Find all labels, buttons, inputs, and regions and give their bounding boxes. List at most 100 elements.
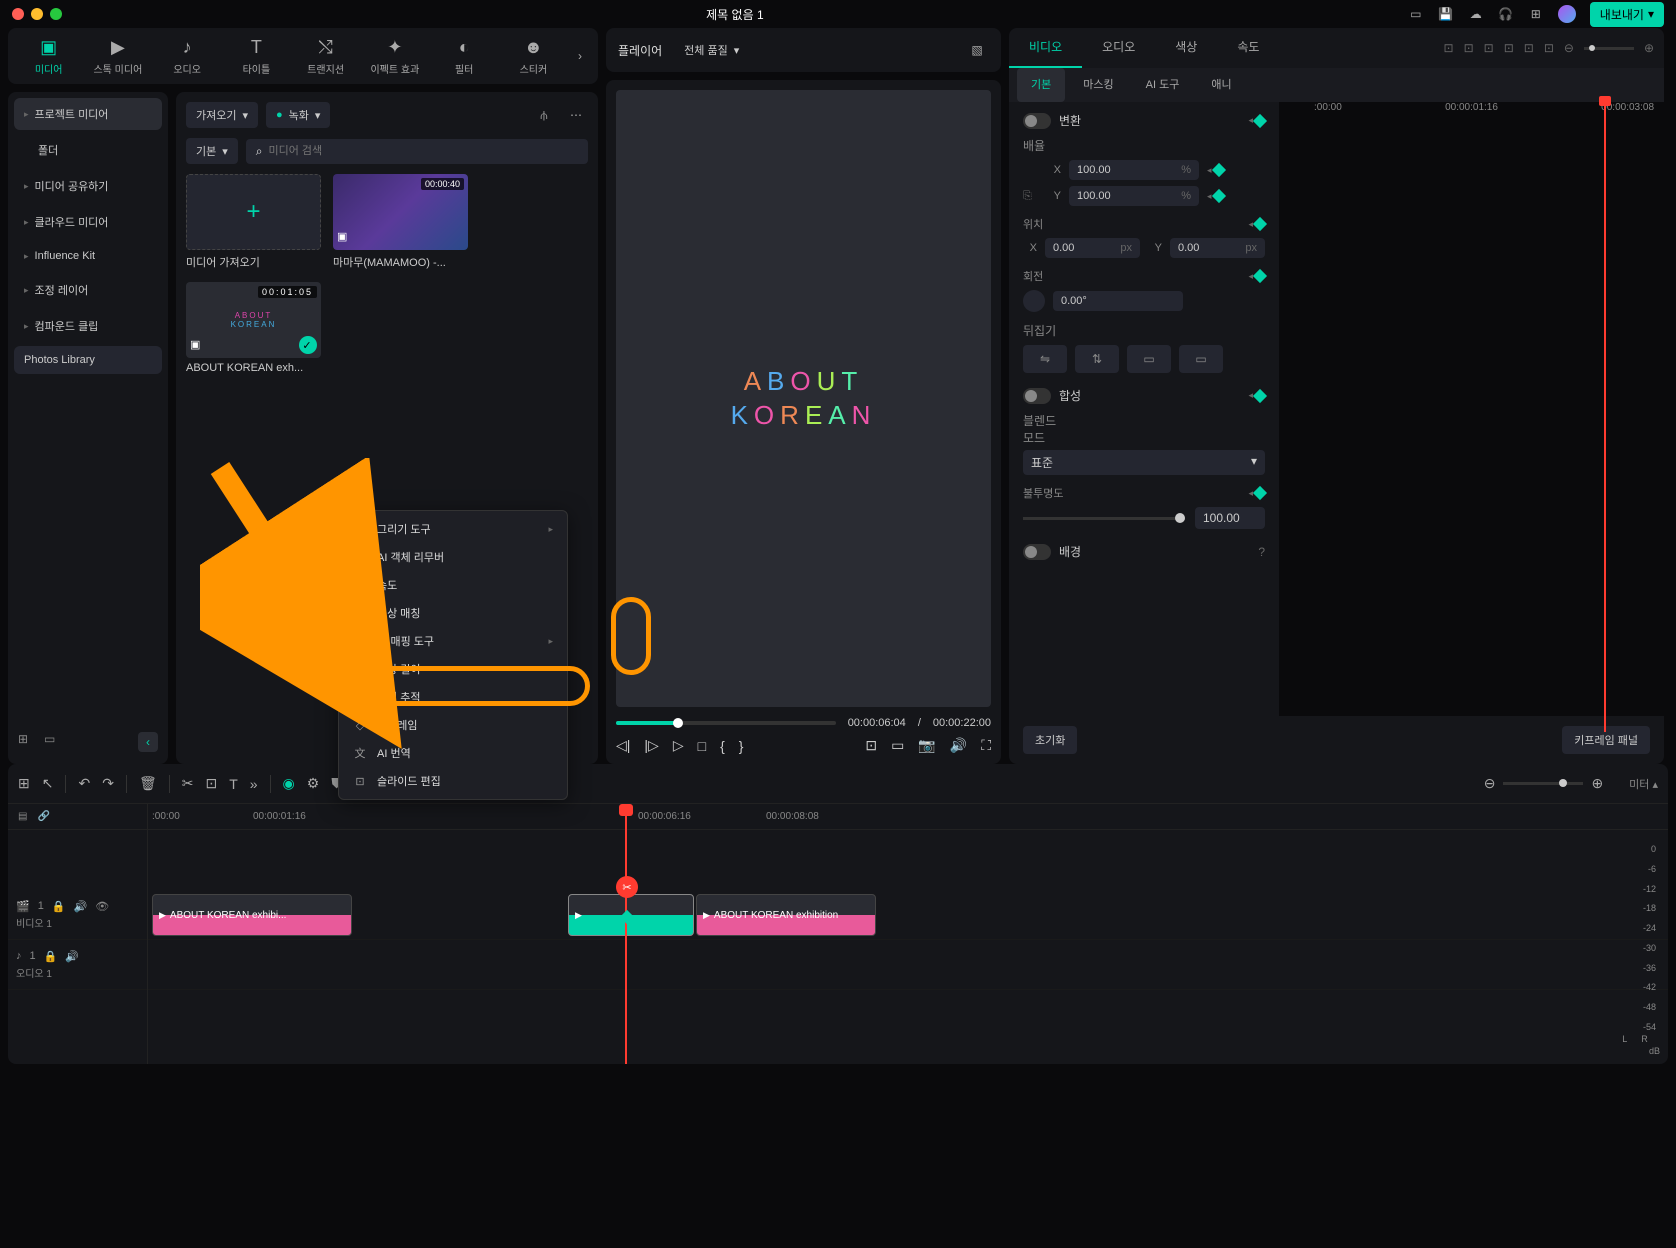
import-media-tile[interactable]: +: [186, 174, 321, 250]
import-dropdown[interactable]: 가져오기 ▾: [186, 102, 258, 128]
media-thumb-mamamoo[interactable]: 00:00:40 ▣: [333, 174, 468, 250]
display-icon[interactable]: ▭: [891, 737, 904, 754]
inspector-tab-speed[interactable]: 속도: [1217, 28, 1279, 68]
sidebar-project-media[interactable]: ▸프로젝트 미디어: [14, 98, 162, 130]
new-folder-icon[interactable]: ⊞: [18, 732, 36, 750]
undo-icon[interactable]: ↶: [78, 775, 90, 792]
magnet-icon[interactable]: ⊞: [18, 775, 30, 792]
keyframe-icon[interactable]: [1211, 189, 1225, 203]
crop-icon[interactable]: ⊡: [205, 775, 217, 792]
headphones-icon[interactable]: 🎧: [1498, 6, 1514, 22]
link-icon[interactable]: ⎘: [1023, 190, 1039, 203]
rotation-dial[interactable]: [1023, 290, 1045, 312]
keyframe-icon[interactable]: [1253, 217, 1267, 231]
preset-icon[interactable]: ⊡: [1504, 41, 1514, 55]
mark-out-icon[interactable]: }: [739, 738, 744, 754]
camera-icon[interactable]: 📷: [918, 737, 935, 754]
display-icon[interactable]: ▭: [1408, 6, 1424, 22]
tab-filter[interactable]: ◐필터: [430, 33, 499, 80]
subtab-mask[interactable]: 마스킹: [1069, 68, 1127, 102]
next-frame-icon[interactable]: |▷: [644, 737, 658, 754]
snapshot-icon[interactable]: ▧: [965, 38, 989, 62]
meter-label[interactable]: 미터 ▴: [1629, 776, 1658, 792]
maximize-window[interactable]: [50, 8, 62, 20]
profile-icon[interactable]: [1558, 5, 1576, 23]
more-icon[interactable]: ⋯: [564, 103, 588, 127]
volume-icon[interactable]: 🔊: [74, 900, 88, 913]
preset-icon[interactable]: ⊡: [1544, 41, 1554, 55]
tabs-scroll-right[interactable]: ›: [568, 49, 592, 63]
keyframe-icon[interactable]: [1253, 486, 1267, 500]
tab-transition[interactable]: ⤭트랜지션: [291, 33, 360, 80]
rotation-input[interactable]: 0.00°: [1053, 291, 1183, 311]
ctx-keyframe[interactable]: ◇키프레임: [339, 711, 567, 739]
timeline-clip[interactable]: ▶ABOUT KOREAN exhibi...: [152, 894, 352, 936]
background-toggle[interactable]: [1023, 544, 1051, 560]
search-input[interactable]: [269, 145, 578, 157]
flip-button[interactable]: ▭: [1179, 345, 1223, 373]
volume-icon[interactable]: 🔊: [65, 950, 79, 963]
subtab-anim[interactable]: 애니: [1197, 68, 1245, 102]
subtab-ai[interactable]: AI 도구: [1132, 68, 1194, 102]
sidebar-influence[interactable]: ▸Influence Kit: [14, 242, 162, 270]
ai-icon[interactable]: ◉: [283, 775, 295, 792]
ratio-icon[interactable]: ⊡: [865, 737, 877, 754]
keyframe-icon[interactable]: [1253, 269, 1267, 283]
mark-in-icon[interactable]: {: [720, 738, 725, 754]
transform-toggle[interactable]: [1023, 113, 1051, 129]
filter-icon[interactable]: ⫛: [532, 103, 556, 127]
eye-icon[interactable]: 👁: [95, 900, 109, 913]
search-box[interactable]: ⌕: [246, 139, 588, 164]
flip-button[interactable]: ▭: [1127, 345, 1171, 373]
pos-x-input[interactable]: 0.00px: [1045, 238, 1140, 258]
sidebar-compound[interactable]: ▸컴파운드 클립: [14, 310, 162, 342]
cut-icon[interactable]: ✂: [182, 775, 194, 792]
preset-icon[interactable]: ⊡: [1484, 41, 1494, 55]
ctx-ai-remove[interactable]: ⌫AI 객체 리무버: [339, 543, 567, 571]
collapse-sidebar[interactable]: ‹: [138, 732, 158, 752]
split-icon[interactable]: ✂: [616, 876, 638, 898]
preset-icon[interactable]: ⊡: [1524, 41, 1534, 55]
zoom-out-icon[interactable]: ⊖: [1484, 775, 1496, 792]
tab-audio[interactable]: ♪오디오: [153, 33, 222, 80]
sidebar-cloud[interactable]: ▸클라우드 미디어: [14, 206, 162, 238]
ctx-slide-edit[interactable]: ⊡슬라이드 편집: [339, 767, 567, 795]
timeline-ruler[interactable]: :00:00 00:00:01:16 00:00:06:16 00:00:08:…: [148, 804, 1668, 830]
inspector-tab-color[interactable]: 색상: [1155, 28, 1217, 68]
lock-icon[interactable]: 🔒: [44, 950, 58, 963]
ctx-draw-tool[interactable]: ✎그리기 도구▸: [339, 515, 567, 543]
sidebar-photos[interactable]: Photos Library: [14, 346, 162, 374]
preset-icon[interactable]: ⊡: [1444, 41, 1454, 55]
ctx-ai-translate[interactable]: 文AI 번역: [339, 739, 567, 767]
minimize-window[interactable]: [31, 8, 43, 20]
opacity-input[interactable]: 100.00: [1195, 507, 1265, 529]
ctx-motion-track[interactable]: ⊕모션 추적: [339, 683, 567, 711]
text-icon[interactable]: T: [229, 776, 238, 792]
video-track-header[interactable]: 🎬1🔒🔊👁 비디오 1: [8, 890, 147, 940]
tab-effect[interactable]: ✦이펙트 효과: [360, 33, 429, 80]
redo-icon[interactable]: ↷: [102, 775, 114, 792]
progress-bar[interactable]: [616, 721, 836, 725]
folder-icon[interactable]: ▭: [44, 732, 62, 750]
subtab-basic[interactable]: 기본: [1017, 68, 1065, 102]
keyframe-icon[interactable]: [1253, 113, 1267, 127]
audio-track[interactable]: [148, 940, 1668, 990]
keyframe-panel-button[interactable]: 키프레임 패널: [1562, 726, 1650, 754]
cloud-icon[interactable]: ☁: [1468, 6, 1484, 22]
apps-icon[interactable]: ⊞: [1528, 6, 1544, 22]
sort-dropdown[interactable]: 기본 ▾: [186, 138, 238, 164]
fullscreen-icon[interactable]: ⛶: [981, 737, 991, 754]
opacity-slider[interactable]: [1023, 517, 1185, 520]
flip-h-button[interactable]: ⇋: [1023, 345, 1067, 373]
record-dropdown[interactable]: ● 녹화 ▾: [266, 102, 330, 128]
keyframe-icon[interactable]: [1253, 388, 1267, 402]
tab-stock[interactable]: ▶스톡 미디어: [83, 33, 152, 80]
audio-track-header[interactable]: ♪1🔒🔊 오디오 1: [8, 940, 147, 990]
player-viewport[interactable]: ABOUT KOREAN: [616, 90, 991, 707]
scale-x-input[interactable]: 100.00%: [1069, 160, 1199, 180]
blend-dropdown[interactable]: 표준▾: [1023, 450, 1265, 475]
quality-dropdown[interactable]: 전체 품질 ▾: [674, 37, 749, 63]
more-tools-icon[interactable]: »: [250, 776, 258, 792]
delete-icon[interactable]: 🗑: [139, 775, 157, 792]
tab-title[interactable]: T타이틀: [222, 33, 291, 80]
